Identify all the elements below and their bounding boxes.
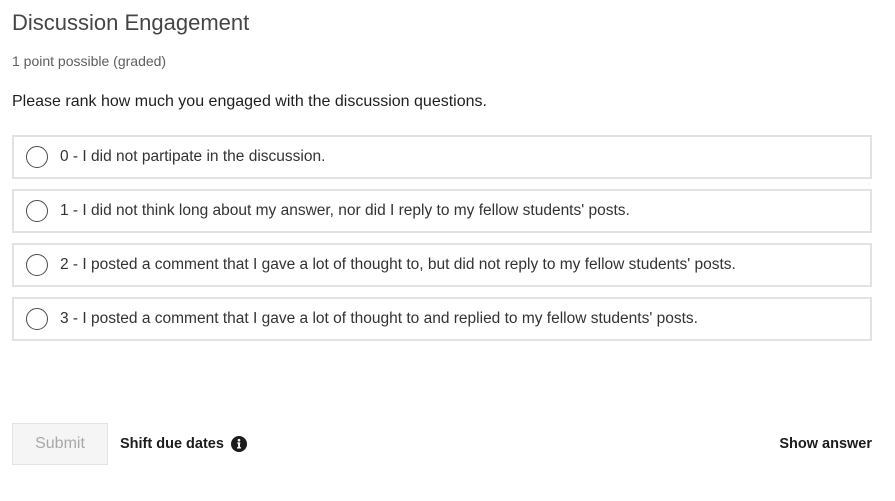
- choice-label: 0 - I did not partipate in the discussio…: [60, 148, 326, 165]
- points-possible: 1 point possible (graded): [12, 53, 167, 69]
- choice-option-0[interactable]: 0 - I did not partipate in the discussio…: [12, 135, 872, 179]
- choice-label: 3 - I posted a comment that I gave a lot…: [60, 310, 698, 327]
- show-answer-button[interactable]: Show answer: [779, 423, 872, 465]
- info-circle-icon[interactable]: [230, 436, 247, 452]
- problem-title: Discussion Engagement: [12, 10, 250, 35]
- radio-button[interactable]: [26, 254, 48, 276]
- shift-due-dates-link[interactable]: Shift due dates: [120, 423, 247, 465]
- radio-button[interactable]: [26, 146, 48, 168]
- problem-actions: Submit Shift due dates Show answer: [12, 423, 872, 465]
- shift-due-dates-label: Shift due dates: [120, 436, 224, 452]
- question-prompt: Please rank how much you engaged with th…: [12, 93, 487, 110]
- choice-label: 2 - I posted a comment that I gave a lot…: [60, 256, 736, 273]
- choice-option-1[interactable]: 1 - I did not think long about my answer…: [12, 189, 872, 233]
- choice-option-2[interactable]: 2 - I posted a comment that I gave a lot…: [12, 243, 872, 287]
- choice-label: 1 - I did not think long about my answer…: [60, 202, 630, 219]
- choice-option-3[interactable]: 3 - I posted a comment that I gave a lot…: [12, 297, 872, 341]
- submit-button[interactable]: Submit: [12, 423, 108, 465]
- radio-button[interactable]: [26, 200, 48, 222]
- radio-button[interactable]: [26, 308, 48, 330]
